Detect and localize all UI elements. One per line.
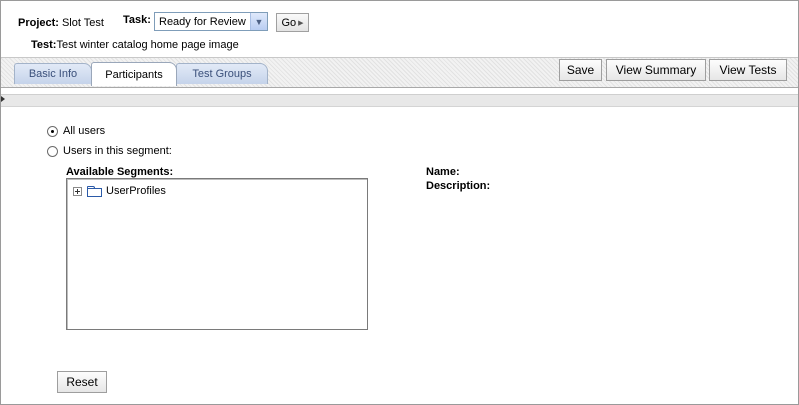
- all-users-radio[interactable]: [47, 125, 58, 137]
- segment-option[interactable]: Users in this segment:: [47, 145, 172, 157]
- tab-label: Participants: [105, 68, 163, 81]
- view-tests-button[interactable]: View Tests: [709, 59, 787, 81]
- tab-participants[interactable]: Participants: [91, 62, 177, 86]
- view-summary-label: View Summary: [615, 63, 697, 77]
- tab-label: Test Groups: [192, 68, 252, 80]
- tree-node-label: UserProfiles: [106, 185, 166, 197]
- go-button[interactable]: Go ▶: [276, 13, 309, 32]
- segment-tree[interactable]: UserProfiles: [66, 178, 368, 330]
- all-users-option[interactable]: All users: [47, 125, 105, 137]
- task-label: Task:: [123, 14, 151, 26]
- description-label: Description:: [426, 180, 491, 192]
- arrow-right-icon: ▶: [298, 19, 304, 27]
- test-info: Test:Test winter catalog home page image: [31, 39, 239, 51]
- folder-icon: [87, 185, 102, 197]
- splitter-arrow-icon[interactable]: [1, 96, 5, 102]
- test-value: Test winter catalog home page image: [56, 39, 239, 51]
- all-users-label: All users: [63, 125, 106, 137]
- segment-radio[interactable]: [47, 145, 58, 157]
- tab-test-groups[interactable]: Test Groups: [176, 63, 268, 84]
- project-info: Project: Slot Test: [18, 13, 104, 33]
- reset-button-label: Reset: [66, 375, 98, 389]
- tab-basic-info[interactable]: Basic Info: [14, 63, 92, 84]
- save-button[interactable]: Save: [559, 59, 602, 81]
- task-select[interactable]: Ready for Review ▼: [154, 12, 268, 31]
- chevron-down-icon[interactable]: ▼: [250, 13, 267, 30]
- task-select-value: Ready for Review: [159, 15, 246, 28]
- name-label: Name:: [426, 166, 460, 178]
- available-segments-label: Available Segments:: [66, 166, 174, 178]
- tab-label: Basic Info: [28, 68, 78, 80]
- test-label: Test:: [31, 39, 57, 51]
- reset-button[interactable]: Reset: [57, 371, 107, 393]
- project-value: Slot Test: [61, 17, 104, 29]
- tree-node-userprofiles[interactable]: UserProfiles: [73, 185, 166, 197]
- go-button-label: Go: [281, 16, 297, 29]
- view-tests-label: View Tests: [719, 63, 777, 77]
- segment-label: Users in this segment:: [63, 145, 172, 157]
- plus-icon[interactable]: [73, 186, 82, 196]
- view-summary-button[interactable]: View Summary: [606, 59, 706, 81]
- section-divider-bar: [1, 94, 798, 107]
- save-button-label: Save: [566, 63, 595, 77]
- project-label: Project:: [18, 17, 59, 29]
